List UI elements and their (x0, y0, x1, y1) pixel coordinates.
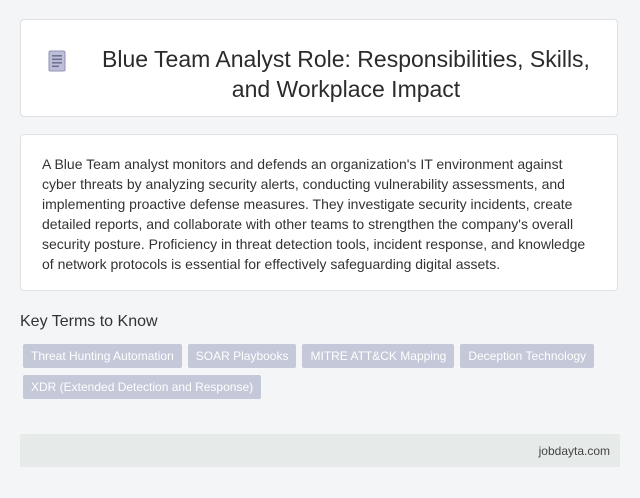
term-chip[interactable]: Threat Hunting Automation (23, 344, 182, 368)
term-chip[interactable]: XDR (Extended Detection and Response) (23, 375, 262, 399)
key-terms-list: Threat Hunting Automation SOAR Playbooks… (23, 344, 623, 399)
footer: jobdayta.com (20, 434, 620, 467)
footer-site-link[interactable]: jobdayta.com (539, 443, 610, 459)
document-icon (48, 50, 66, 72)
page-title: Blue Team Analyst Role: Responsibilities… (102, 46, 590, 102)
term-chip[interactable]: MITRE ATT&CK Mapping (302, 344, 455, 368)
key-terms-heading: Key Terms to Know (20, 313, 158, 330)
term-chip[interactable]: SOAR Playbooks (187, 344, 297, 368)
summary-text: A Blue Team analyst monitors and defends… (42, 156, 586, 272)
title-card: Blue Team Analyst Role: Responsibilities… (20, 19, 618, 117)
term-chip[interactable]: Deception Technology (460, 344, 595, 368)
summary-card: A Blue Team analyst monitors and defends… (20, 134, 618, 291)
